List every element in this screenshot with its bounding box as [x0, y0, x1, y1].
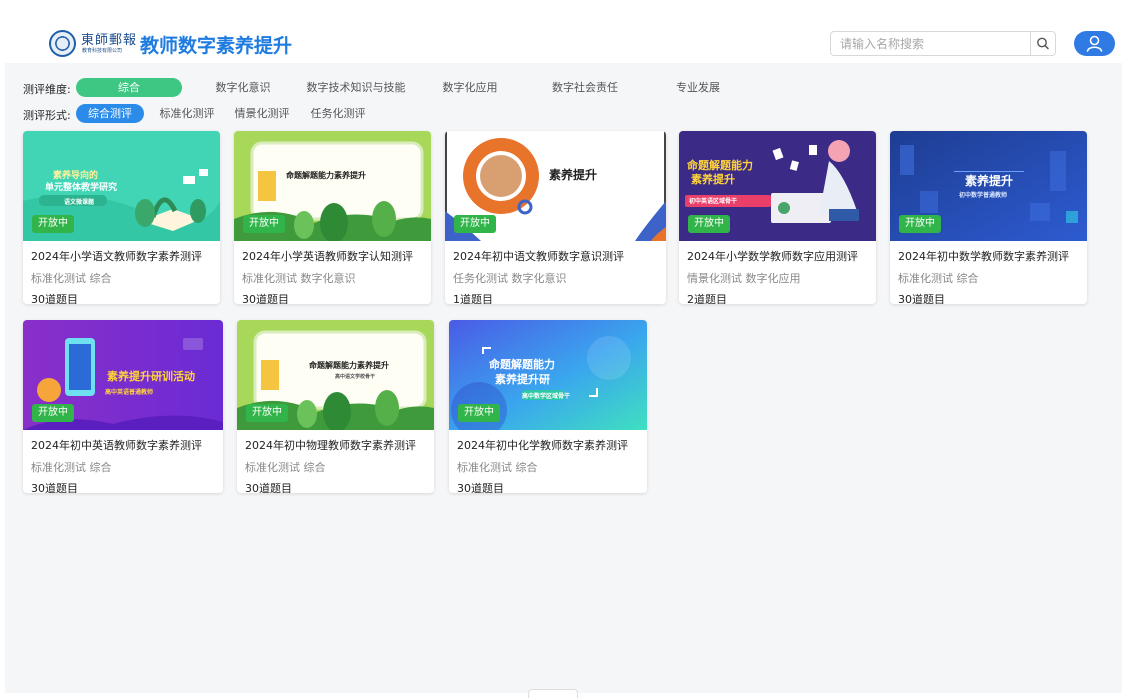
dimension-filter-label: 测评维度: — [23, 83, 71, 96]
assessment-card[interactable]: 命题解题能力素养提升 高中语文学校骨干 开放中 2024年初中物理教师数字素养测… — [237, 320, 434, 493]
dimension-option-tech-skills[interactable]: 数字技术知识与技能 — [304, 78, 408, 97]
card-title[interactable]: 2024年小学数学教师数字应用测评 — [687, 248, 858, 264]
user-avatar-button[interactable] — [1074, 31, 1115, 56]
assessment-card[interactable]: 素养导向的 单元整体教学研究 语文微课题 开放中 2024年小学语文教师数字素养… — [23, 131, 220, 304]
card-title[interactable]: 2024年初中数学教师数字素养测评 — [898, 248, 1069, 264]
card-tags: 标准化测试 综合 — [457, 461, 538, 474]
dimension-option-digital-application[interactable]: 数字化应用 — [438, 78, 502, 97]
search-box — [830, 31, 1056, 56]
assessment-card[interactable]: 素养提升研训活动 高中英语普通教师 开放中 2024年初中英语教师数字素养测评 … — [23, 320, 223, 493]
cover-text: 高中英语普通教师 — [105, 389, 154, 396]
cover-text: 高中语文学校骨干 — [335, 374, 376, 380]
card-tags: 标准化测试 综合 — [898, 272, 979, 285]
format-option-comprehensive[interactable]: 综合测评 — [76, 104, 144, 123]
format-filter-label: 测评形式: — [23, 109, 71, 122]
card-tags: 标准化测试 综合 — [31, 272, 112, 285]
assessment-card[interactable]: 素养提升 开放中 2024年初中语文教师数字意识测评 任务化测试 数字化意识 1… — [445, 131, 666, 304]
assessment-card[interactable]: 命题解题能力 素养提升 初中英语区域骨干 开放中 2024年小学数学教师数字应用… — [679, 131, 876, 304]
assessment-card[interactable]: 素养提升 初中数学普通教师 开放中 2024年初中数学教师数字素养测评 标准化测… — [890, 131, 1087, 304]
format-option-task[interactable]: 任务化测评 — [307, 104, 369, 123]
card-question-count: 30道题目 — [31, 293, 78, 304]
logo-subtext: 教育科技有限公司 — [82, 48, 123, 54]
card-question-count: 30道题目 — [898, 293, 945, 304]
cover-text: 素养提升 — [965, 174, 1014, 188]
search-icon — [1037, 37, 1049, 50]
dimension-option-comprehensive[interactable]: 综合 — [76, 78, 182, 97]
cover-text: 素养提升研训活动 — [107, 370, 195, 383]
assessment-card[interactable]: 命题解题能力素养提升 开放中 2024年小学英语教师数字认知测评 标准化测试 数… — [234, 131, 431, 304]
dimension-option-professional-dev[interactable]: 专业发展 — [672, 78, 724, 97]
cover-text: 素养提升研 — [495, 373, 550, 386]
status-badge: 开放中 — [458, 404, 500, 422]
cover-text: 高中数学区域骨干 — [522, 393, 571, 400]
cover-text: 单元整体教学研究 — [45, 183, 118, 193]
user-icon — [1086, 35, 1103, 52]
cover-text: 命题解题能力素养提升 — [286, 171, 366, 180]
app-title[interactable]: 教师数字素养提升 — [140, 31, 292, 58]
search-button[interactable] — [1030, 32, 1055, 55]
card-question-count: 2道题目 — [687, 293, 727, 304]
card-title[interactable]: 2024年初中物理教师数字素养测评 — [245, 437, 416, 453]
card-question-count: 30道题目 — [242, 293, 289, 304]
cover-text: 命题解题能力 — [489, 358, 555, 371]
card-tags: 任务化测试 数字化意识 — [453, 272, 567, 285]
card-tags: 情景化测试 数字化应用 — [687, 272, 801, 285]
search-input[interactable] — [831, 32, 1049, 55]
card-tags: 标准化测试 数字化意识 — [242, 272, 356, 285]
status-badge: 开放中 — [32, 215, 74, 233]
format-option-scenario[interactable]: 情景化测评 — [231, 104, 293, 123]
top-header: 東師郵報 教育科技有限公司 教师数字素养提升 — [0, 0, 1122, 63]
logo-seal-icon[interactable] — [49, 30, 76, 57]
format-option-standardized[interactable]: 标准化测评 — [156, 104, 218, 123]
card-title[interactable]: 2024年初中化学教师数字素养测评 — [457, 437, 628, 453]
card-title[interactable]: 2024年初中英语教师数字素养测评 — [31, 437, 202, 453]
cover-text: 初中英语区域骨干 — [689, 198, 738, 205]
card-question-count: 1道题目 — [453, 293, 493, 304]
status-badge: 开放中 — [246, 404, 288, 422]
card-tags: 标准化测试 综合 — [31, 461, 112, 474]
dimension-option-social-responsibility[interactable]: 数字社会责任 — [547, 78, 623, 97]
status-badge: 开放中 — [688, 215, 730, 233]
dimension-option-digital-awareness[interactable]: 数字化意识 — [211, 78, 275, 97]
status-badge: 开放中 — [243, 215, 285, 233]
card-title[interactable]: 2024年初中语文教师数字意识测评 — [453, 248, 624, 264]
cover-text: 命题解题能力素养提升 — [309, 361, 389, 370]
status-badge: 开放中 — [899, 215, 941, 233]
cover-text: 语文微课题 — [64, 199, 95, 206]
pagination[interactable] — [528, 689, 578, 698]
cover-text: 初中数学普通教师 — [959, 192, 1008, 199]
card-title[interactable]: 2024年小学语文教师数字素养测评 — [31, 248, 202, 264]
card-tags: 标准化测试 综合 — [245, 461, 326, 474]
card-question-count: 30道题目 — [31, 482, 78, 493]
logo-calligraphy[interactable]: 東師郵報 — [81, 29, 137, 48]
status-badge: 开放中 — [32, 404, 74, 422]
card-question-count: 30道题目 — [245, 482, 292, 493]
card-title[interactable]: 2024年小学英语教师数字认知测评 — [242, 248, 413, 264]
status-badge: 开放中 — [454, 215, 496, 233]
card-question-count: 30道题目 — [457, 482, 504, 493]
assessment-card[interactable]: 命题解题能力 素养提升研 高中数学区域骨干 开放中 2024年初中化学教师数字素… — [449, 320, 647, 493]
main-content: 测评维度: 综合 数字化意识 数字技术知识与技能 数字化应用 数字社会责任 专业… — [5, 63, 1122, 693]
cover-text: 素养提升 — [549, 168, 598, 182]
cover-text: 素养提升 — [691, 173, 735, 186]
